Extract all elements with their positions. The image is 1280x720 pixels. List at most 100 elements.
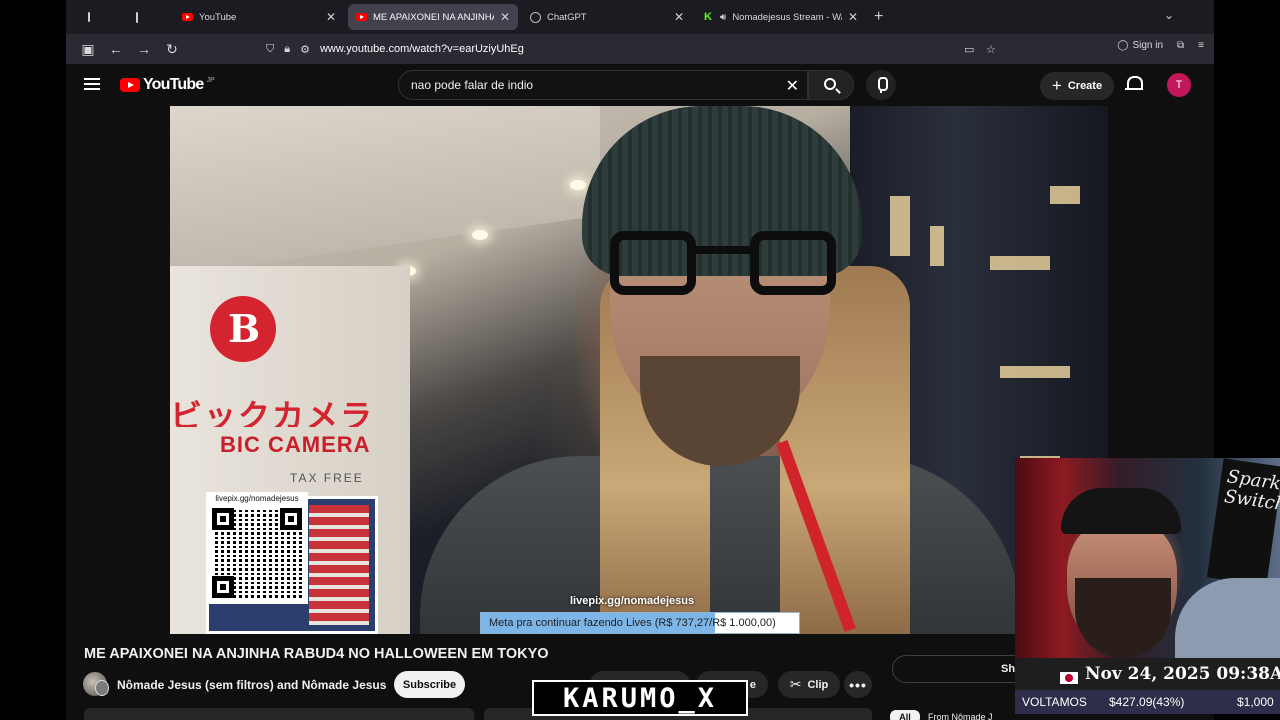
share-field-label: Sh xyxy=(1001,663,1016,675)
voice-search-mic-icon[interactable] xyxy=(866,70,896,100)
store-kana-sign: ビックカメラ xyxy=(170,398,375,427)
donation-qr-card[interactable]: livepix.gg/nomadejesus xyxy=(206,492,308,604)
search-input[interactable]: nao pode falar de indio ✕ xyxy=(398,70,808,100)
ticker-label: VOLTAMOS xyxy=(1022,695,1087,709)
hamburger-menu-icon[interactable] xyxy=(84,78,100,90)
sidebar-icon[interactable]: ▣ xyxy=(74,41,102,58)
lock-icon[interactable]: 🔒︎ xyxy=(284,43,290,56)
sign-in-button[interactable]: Sign in xyxy=(1132,40,1163,51)
url-text[interactable]: www.youtube.com/watch?v=earUziyUhEg xyxy=(320,43,524,55)
youtube-play-icon xyxy=(120,78,140,92)
chip-from-channel[interactable]: From Nômade J xyxy=(928,712,993,720)
video-ceiling xyxy=(170,106,600,276)
tab-youtube[interactable]: YouTube ✕ xyxy=(174,4,344,30)
hoodie xyxy=(1175,578,1280,658)
jacket xyxy=(420,456,1020,634)
permissions-icon[interactable]: ⚙ xyxy=(300,43,310,56)
youtube-wordmark: YouTube xyxy=(143,76,204,93)
tab-strip: YouTube ✕ ME APAIXONEI NA ANJINHA RA ✕ C… xyxy=(66,0,1214,34)
tab-controls xyxy=(78,6,138,28)
glasses xyxy=(750,231,836,295)
new-tab-plus-icon[interactable]: + xyxy=(874,8,883,26)
datetime-text: Nov 24, 2025 09:38AM xyxy=(1085,664,1280,684)
picture-in-picture-icon[interactable]: ▭ xyxy=(964,43,974,56)
navigation-bar: ▣ ← → ↻ ⛉ 🔒︎ ⚙ www.youtube.com/watch?v=e… xyxy=(66,34,1214,64)
share-label-partial: e xyxy=(749,678,756,691)
livepix-label: livepix.gg/nomadejesus xyxy=(570,595,695,607)
video-player[interactable]: ビックカメラ BIC CAMERA TAX FREE livepix.gg/no… xyxy=(170,106,1108,634)
create-label: Create xyxy=(1067,80,1103,92)
neon-sign: Sparkle Switch xyxy=(1206,458,1280,586)
close-tab-icon[interactable]: ✕ xyxy=(848,10,858,24)
tab-label: Nomadejesus Stream - Wat xyxy=(732,11,842,23)
ticker-goal: $1,000 xyxy=(1237,695,1274,709)
streamer-logo-overlay: KARUMO_X xyxy=(532,680,748,716)
qr-code xyxy=(212,508,302,598)
donation-goal-text: Meta pra continuar fazendo Lives (R$ 737… xyxy=(489,617,776,629)
more-actions-button[interactable]: ••• xyxy=(844,671,872,698)
forward-arrow-icon[interactable]: → xyxy=(130,41,158,57)
glasses xyxy=(610,231,696,295)
country-code: JP xyxy=(206,76,215,84)
tab-chatgpt[interactable]: ChatGPT ✕ xyxy=(522,4,692,30)
tab-label: ME APAIXONEI NA ANJINHA RA xyxy=(373,11,494,23)
create-button[interactable]: + Create xyxy=(1040,72,1114,100)
store-subtitle: TAX FREE xyxy=(290,471,364,485)
donation-goal-bar: Meta pra continuar fazendo Lives (R$ 737… xyxy=(480,612,800,634)
scissors-icon: ✂ xyxy=(789,676,802,692)
qr-url-label: livepix.gg/nomadejesus xyxy=(215,494,299,503)
shield-icon[interactable]: ⛉ xyxy=(266,43,274,56)
close-tab-icon[interactable]: ✕ xyxy=(326,10,336,24)
close-tab-icon[interactable]: ✕ xyxy=(500,10,510,24)
goal-ticker: VOLTAMOS $427.09(43%) $1,000 xyxy=(1015,690,1280,714)
search-button[interactable] xyxy=(808,70,854,100)
ticker-amount: $427.09(43%) xyxy=(1109,695,1185,709)
kick-icon: K xyxy=(704,10,712,23)
channel-avatar[interactable] xyxy=(83,672,109,696)
tab-label: ChatGPT xyxy=(547,11,587,23)
tab-kick-stream[interactable]: K 🔊︎ Nomadejesus Stream - Wat ✕ xyxy=(696,4,866,30)
more-dots-icon: ••• xyxy=(849,676,867,693)
tab-label: YouTube xyxy=(199,11,237,23)
account-icon[interactable]: ◯ xyxy=(1117,40,1128,51)
channel-name[interactable]: Nômade Jesus (sem filtros) and Nômade Je… xyxy=(117,678,386,692)
back-arrow-icon[interactable]: ← xyxy=(102,41,130,57)
reload-icon[interactable]: ↻ xyxy=(158,41,186,58)
japan-flag-icon xyxy=(1060,672,1078,684)
sidebar-toggle-icon[interactable] xyxy=(88,12,90,22)
youtube-icon xyxy=(182,13,193,21)
address-bar[interactable]: ⛉ 🔒︎ ⚙ www.youtube.com/watch?v=earUziyUh… xyxy=(266,38,1006,60)
clear-search-icon[interactable]: ✕ xyxy=(786,76,799,96)
youtube-icon xyxy=(356,13,367,21)
bookmark-star-icon[interactable]: ☆ xyxy=(986,43,996,56)
extensions-icon[interactable]: ⧉ xyxy=(1177,40,1184,51)
webcam-overlay: Sparkle Switch xyxy=(1015,458,1280,658)
youtube-header: YouTube JP nao pode falar de indio ✕ + C… xyxy=(66,64,1214,106)
avatar[interactable]: T xyxy=(1167,73,1191,97)
search-query[interactable]: nao pode falar de indio xyxy=(411,78,533,92)
store-logo xyxy=(210,296,276,362)
tab-list-chevron-icon[interactable]: ⌄ xyxy=(1164,8,1174,22)
store-name: BIC CAMERA xyxy=(220,432,371,457)
audio-playing-icon[interactable]: 🔊︎ xyxy=(720,12,726,23)
tab-video-active[interactable]: ME APAIXONEI NA ANJINHA RA ✕ xyxy=(348,4,518,30)
search-icon xyxy=(824,78,836,90)
ceiling-light xyxy=(570,180,586,190)
clip-button[interactable]: ✂ Clip xyxy=(778,671,840,698)
clip-label: Clip xyxy=(807,678,829,691)
video-title: ME APAIXONEI NA ANJINHA RABUD4 NO HALLOW… xyxy=(84,646,549,662)
tab-overview-icon[interactable] xyxy=(136,11,138,23)
description-box[interactable] xyxy=(84,708,474,720)
menu-icon[interactable]: ≡ xyxy=(1198,40,1204,51)
streamer-cap xyxy=(1061,488,1181,534)
plus-icon: + xyxy=(1051,76,1062,95)
close-tab-icon[interactable]: ✕ xyxy=(674,10,684,24)
toolbar-right: ◯ Sign in ⧉ ≡ xyxy=(1117,40,1204,51)
glasses-bridge xyxy=(692,246,754,254)
youtube-logo[interactable]: YouTube JP xyxy=(120,76,215,94)
notifications-bell-icon[interactable] xyxy=(1125,76,1143,92)
ceiling-light xyxy=(472,230,488,240)
streamer-beard xyxy=(1075,578,1171,658)
subscribe-button[interactable]: Subscribe xyxy=(394,671,465,698)
chip-all[interactable]: All xyxy=(890,710,920,720)
